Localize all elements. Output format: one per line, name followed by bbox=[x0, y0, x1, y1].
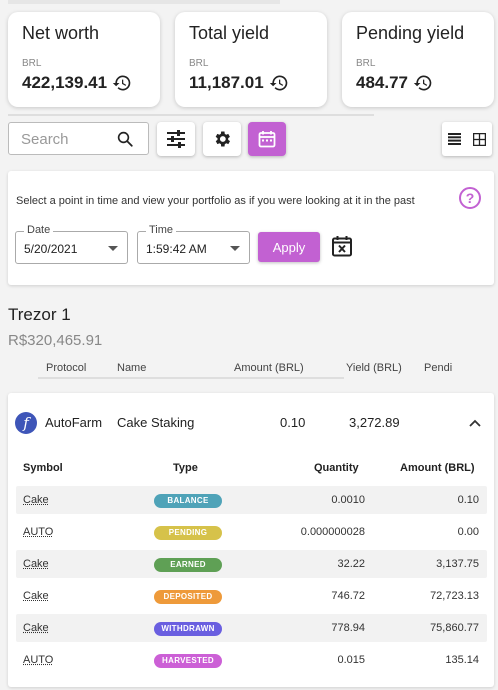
net-worth-card: Net worth BRL 422,139.41 bbox=[8, 12, 160, 107]
sliders-icon bbox=[167, 130, 185, 148]
row-symbol[interactable]: Cake bbox=[23, 590, 49, 602]
top-scroll-indicator bbox=[8, 0, 280, 4]
card-title: Total yield bbox=[189, 23, 270, 43]
table-row: Cake WITHDRAWN 778.94 75,860.77 bbox=[16, 614, 487, 642]
row-amount: 135.14 bbox=[445, 654, 479, 666]
gear-icon bbox=[215, 131, 230, 147]
row-symbol[interactable]: AUTO bbox=[23, 526, 53, 538]
view-toggle bbox=[442, 122, 492, 156]
table-header-quantity: Quantity bbox=[314, 462, 359, 474]
panel-description: Select a point in time and view your por… bbox=[16, 195, 415, 207]
card-title: Net worth bbox=[22, 23, 100, 43]
column-header-yield[interactable]: Yield (BRL) bbox=[346, 362, 402, 374]
time-select[interactable]: Time 1:59:42 AM bbox=[137, 224, 250, 264]
table-row: AUTO HARVESTED 0.015 135.14 bbox=[16, 646, 487, 674]
row-quantity: 0.0010 bbox=[331, 494, 365, 506]
row-symbol[interactable]: Cake bbox=[23, 622, 49, 634]
row-amount: 72,723.13 bbox=[430, 590, 479, 602]
grid-view-button[interactable] bbox=[467, 122, 492, 156]
chevron-down-icon bbox=[108, 246, 118, 251]
apply-button[interactable]: Apply bbox=[258, 232, 320, 262]
card-value: 11,187.01 bbox=[189, 73, 264, 92]
table-row: Cake EARNED 32.22 3,137.75 bbox=[16, 550, 487, 578]
row-amount: 0.00 bbox=[457, 526, 479, 538]
row-amount: 75,860.77 bbox=[430, 622, 479, 634]
calendar-icon bbox=[258, 131, 276, 148]
table-row: Cake BALANCE 0.0010 0.10 bbox=[16, 486, 487, 514]
type-badge-deposited: DEPOSITED bbox=[154, 590, 222, 604]
pending-yield-card: Pending yield BRL 484.77 bbox=[342, 12, 494, 107]
history-icon[interactable] bbox=[112, 73, 132, 93]
card-value-row: 484.77 bbox=[356, 73, 480, 93]
horizontal-scrollbar[interactable] bbox=[38, 377, 344, 379]
table-row: AUTO PENDING 0.000000028 0.00 bbox=[16, 518, 487, 546]
column-header-name[interactable]: Name bbox=[117, 362, 146, 374]
help-icon[interactable]: ? bbox=[459, 187, 481, 209]
position-amount: 0.10 bbox=[280, 415, 306, 430]
table-header-type: Type bbox=[173, 462, 198, 474]
time-travel-button[interactable] bbox=[248, 122, 286, 156]
settings-button[interactable] bbox=[203, 122, 241, 156]
table-header-symbol: Symbol bbox=[23, 462, 63, 474]
type-badge-balance: BALANCE bbox=[154, 494, 222, 508]
chevron-up-icon[interactable] bbox=[469, 417, 481, 429]
total-yield-card: Total yield BRL 11,187.01 bbox=[175, 12, 327, 107]
wallet-name: Trezor 1 bbox=[8, 305, 71, 324]
list-view-button[interactable] bbox=[442, 122, 467, 156]
position-yield: 3,272.89 bbox=[349, 415, 400, 430]
row-amount: 3,137.75 bbox=[436, 558, 479, 570]
type-badge-harvested: HARVESTED bbox=[154, 654, 222, 668]
card-currency: BRL bbox=[189, 58, 209, 69]
card-title: Pending yield bbox=[356, 23, 465, 43]
clear-date-icon[interactable] bbox=[331, 235, 353, 257]
column-header-protocol[interactable]: Protocol bbox=[46, 362, 86, 374]
card-value-row: 422,139.41 bbox=[22, 73, 146, 93]
search-placeholder: Search bbox=[21, 131, 69, 148]
column-header-amount[interactable]: Amount (BRL) bbox=[234, 362, 304, 374]
history-icon[interactable] bbox=[413, 73, 433, 93]
row-quantity: 746.72 bbox=[331, 590, 365, 602]
row-quantity: 0.015 bbox=[337, 654, 365, 666]
row-quantity: 778.94 bbox=[331, 622, 365, 634]
chevron-down-icon bbox=[230, 246, 240, 251]
row-symbol[interactable]: AUTO bbox=[23, 654, 53, 666]
table-row: Cake DEPOSITED 746.72 72,723.13 bbox=[16, 582, 487, 610]
date-select[interactable]: Date 5/20/2021 bbox=[15, 224, 128, 264]
search-icon[interactable] bbox=[116, 130, 134, 148]
point-in-time-panel: Select a point in time and view your por… bbox=[8, 171, 494, 285]
divider bbox=[8, 114, 374, 116]
card-value-row: 11,187.01 bbox=[189, 73, 313, 93]
autofarm-logo-icon: f bbox=[15, 412, 37, 434]
row-symbol[interactable]: Cake bbox=[23, 494, 49, 506]
position-card: f AutoFarm Cake Staking 0.10 3,272.89 Sy… bbox=[8, 393, 494, 687]
row-amount: 0.10 bbox=[457, 494, 479, 506]
grid-icon bbox=[473, 132, 486, 146]
date-label: Date bbox=[24, 224, 54, 236]
position-name: Cake Staking bbox=[117, 415, 195, 430]
card-value: 484.77 bbox=[356, 73, 408, 92]
table-header-amount: Amount (BRL) bbox=[400, 462, 475, 474]
type-badge-pending: PENDING bbox=[154, 526, 222, 540]
search-input[interactable]: Search bbox=[8, 122, 149, 155]
history-icon[interactable] bbox=[269, 73, 289, 93]
card-value: 422,139.41 bbox=[22, 73, 108, 92]
card-currency: BRL bbox=[22, 58, 42, 69]
type-badge-withdrawn: WITHDRAWN bbox=[154, 622, 222, 636]
position-protocol: AutoFarm bbox=[45, 415, 103, 430]
row-quantity: 0.000000028 bbox=[300, 526, 365, 538]
row-quantity: 32.22 bbox=[337, 558, 365, 570]
time-label: Time bbox=[146, 224, 177, 236]
row-symbol[interactable]: Cake bbox=[23, 558, 49, 570]
date-value: 5/20/2021 bbox=[24, 242, 78, 256]
list-icon bbox=[448, 133, 461, 145]
type-badge-earned: EARNED bbox=[154, 558, 222, 572]
time-value: 1:59:42 AM bbox=[146, 242, 207, 256]
column-header-pending[interactable]: Pendi bbox=[424, 362, 452, 374]
wallet-value: R$320,465.91 bbox=[8, 332, 103, 349]
filter-button[interactable] bbox=[157, 122, 195, 156]
card-currency: BRL bbox=[356, 58, 376, 69]
